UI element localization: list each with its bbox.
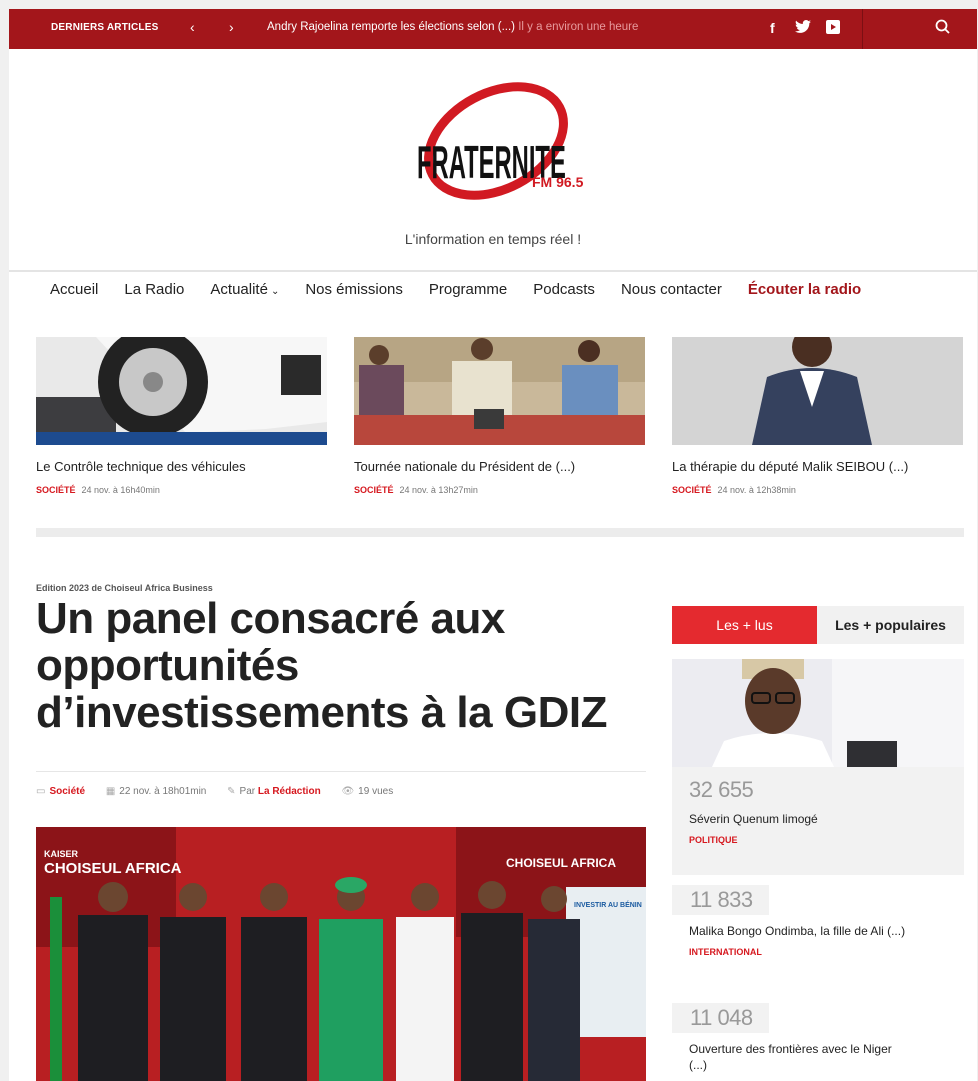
view-count: 11 833 <box>672 885 769 915</box>
menu-item-actualite[interactable]: Actualité ⌄ <box>210 279 279 309</box>
pen-icon: ✎ <box>227 786 236 797</box>
menu-item-podcasts[interactable]: Podcasts <box>533 279 595 309</box>
ticker-time: Il y a environ une heure <box>518 21 639 33</box>
chevron-left-icon[interactable]: ‹ <box>190 19 195 35</box>
menu-item-nos-emissions[interactable]: Nos émissions <box>305 279 403 309</box>
sidebar-item-title[interactable]: Séverin Quenum limogé <box>672 811 947 827</box>
article-kicker: Edition 2023 de Choiseul Africa Business <box>36 583 213 593</box>
twitter-icon[interactable] <box>795 20 811 37</box>
poster-text: INVESTIR AU BÉNIN <box>574 900 642 909</box>
menu-item-accueil[interactable]: Accueil <box>50 279 98 309</box>
card-category[interactable]: SOCIÉTÉ <box>672 485 712 495</box>
youtube-icon[interactable] <box>826 20 840 37</box>
article-card[interactable]: Le Contrôle technique des véhicules SOCI… <box>36 337 327 495</box>
banner-left-text: CHOISEUL AFRICA <box>44 860 182 877</box>
tab-les-plus-populaires[interactable]: Les + populaires <box>817 606 964 644</box>
menu-item-actualite-label: Actualité <box>210 281 268 298</box>
folder-icon: ▭ <box>36 786 46 797</box>
card-title[interactable]: Tournée nationale du Président de (...) <box>354 459 645 474</box>
menu-item-nous-contacter[interactable]: Nous contacter <box>621 279 722 309</box>
banner-kicker-text: KAISER <box>44 849 79 859</box>
site-logo[interactable]: FRATERNITE FM 96.5 <box>404 69 589 209</box>
card-category[interactable]: SOCIÉTÉ <box>354 485 394 495</box>
main-menu: Accueil La Radio Actualité ⌄ Nos émission… <box>50 279 887 309</box>
article-views: 19 vues <box>358 786 394 797</box>
eye-icon: 👁 <box>341 786 355 797</box>
banner-right-text: CHOISEUL AFRICA <box>506 856 616 870</box>
sidebar-featured-image[interactable] <box>672 659 964 767</box>
article-divider <box>36 771 646 772</box>
sidebar-item-category[interactable]: POLITIQUE <box>672 835 947 845</box>
search-icon[interactable] <box>934 18 952 36</box>
sidebar-item-title[interactable]: Ouverture des frontières avec le Niger (… <box>672 1041 902 1073</box>
card-image-press-conference[interactable] <box>354 337 645 445</box>
article-author[interactable]: La Rédaction <box>258 786 321 797</box>
article-meta: ▭ Société ▦ 22 nov. à 18h01min ✎ Par La Réd… <box>36 786 411 797</box>
card-date: 24 nov. à 16h40min <box>81 485 160 495</box>
section-divider <box>36 528 964 537</box>
card-date: 24 nov. à 12h38min <box>717 485 796 495</box>
sidebar-popular-item[interactable]: 11 048 Ouverture des frontières avec le … <box>672 1003 902 1073</box>
facebook-icon[interactable]: f <box>770 20 775 36</box>
card-image-car[interactable] <box>36 337 327 445</box>
article-date: 22 nov. à 18h01min <box>119 786 207 797</box>
card-meta: SOCIÉTÉ 24 nov. à 16h40min <box>36 485 327 495</box>
card-title[interactable]: La thérapie du député Malik SEIBOU (...) <box>672 459 963 474</box>
top-bar: DERNIERS ARTICLES ‹ › Andry Rajoelina re… <box>9 9 977 49</box>
article-headline: Un panel consacré aux opportunités d’inv… <box>36 594 607 737</box>
news-ticker[interactable]: Andry Rajoelina remporte les élections s… <box>267 21 638 33</box>
article-card[interactable]: La thérapie du député Malik SEIBOU (...)… <box>672 337 963 495</box>
view-count: 32 655 <box>689 777 754 802</box>
view-count: 11 048 <box>672 1003 769 1033</box>
card-meta: SOCIÉTÉ 24 nov. à 12h38min <box>672 485 963 495</box>
card-date: 24 nov. à 13h27min <box>399 485 478 495</box>
tab-les-plus-lus[interactable]: Les + lus <box>672 606 817 644</box>
latest-articles-label: DERNIERS ARTICLES <box>51 22 159 33</box>
card-meta: SOCIÉTÉ 24 nov. à 13h27min <box>354 485 645 495</box>
tagline: L'information en temps réel ! <box>404 231 582 247</box>
article-card[interactable]: Tournée nationale du Président de (...) … <box>354 337 645 495</box>
sidebar-tabs: Les + lus Les + populaires <box>672 606 964 644</box>
card-image-portrait[interactable] <box>672 337 963 445</box>
sidebar-popular-item[interactable]: 11 833 Malika Bongo Ondimba, la fille de… <box>672 885 947 957</box>
logo-subtext: FM 96.5 <box>532 174 584 190</box>
sidebar-popular-item[interactable]: 32 655 Séverin Quenum limogé POLITIQUE <box>672 777 947 845</box>
topbar-divider <box>862 9 863 49</box>
header-divider <box>9 270 977 272</box>
menu-item-la-radio[interactable]: La Radio <box>124 279 184 309</box>
chevron-down-icon: ⌄ <box>270 286 280 297</box>
author-prefix: Par <box>239 786 256 797</box>
chevron-right-icon[interactable]: › <box>229 19 234 35</box>
sidebar-item-category[interactable]: INTERNATIONAL <box>672 947 947 957</box>
sidebar-item-title[interactable]: Malika Bongo Ondimba, la fille de Ali (.… <box>672 923 947 939</box>
calendar-icon: ▦ <box>105 786 116 797</box>
card-title[interactable]: Le Contrôle technique des véhicules <box>36 459 327 474</box>
page-frame: DERNIERS ARTICLES ‹ › Andry Rajoelina re… <box>9 9 977 1081</box>
ticker-headline[interactable]: Andry Rajoelina remporte les élections s… <box>267 21 515 33</box>
menu-item-programme[interactable]: Programme <box>429 279 507 309</box>
article-category[interactable]: Société <box>49 786 85 797</box>
card-category[interactable]: SOCIÉTÉ <box>36 485 76 495</box>
menu-item-ecouter-la-radio[interactable]: Écouter la radio <box>748 279 861 309</box>
article-main-image[interactable]: KAISER CHOISEUL AFRICA CHOISEUL AFRICA I… <box>36 827 646 1081</box>
